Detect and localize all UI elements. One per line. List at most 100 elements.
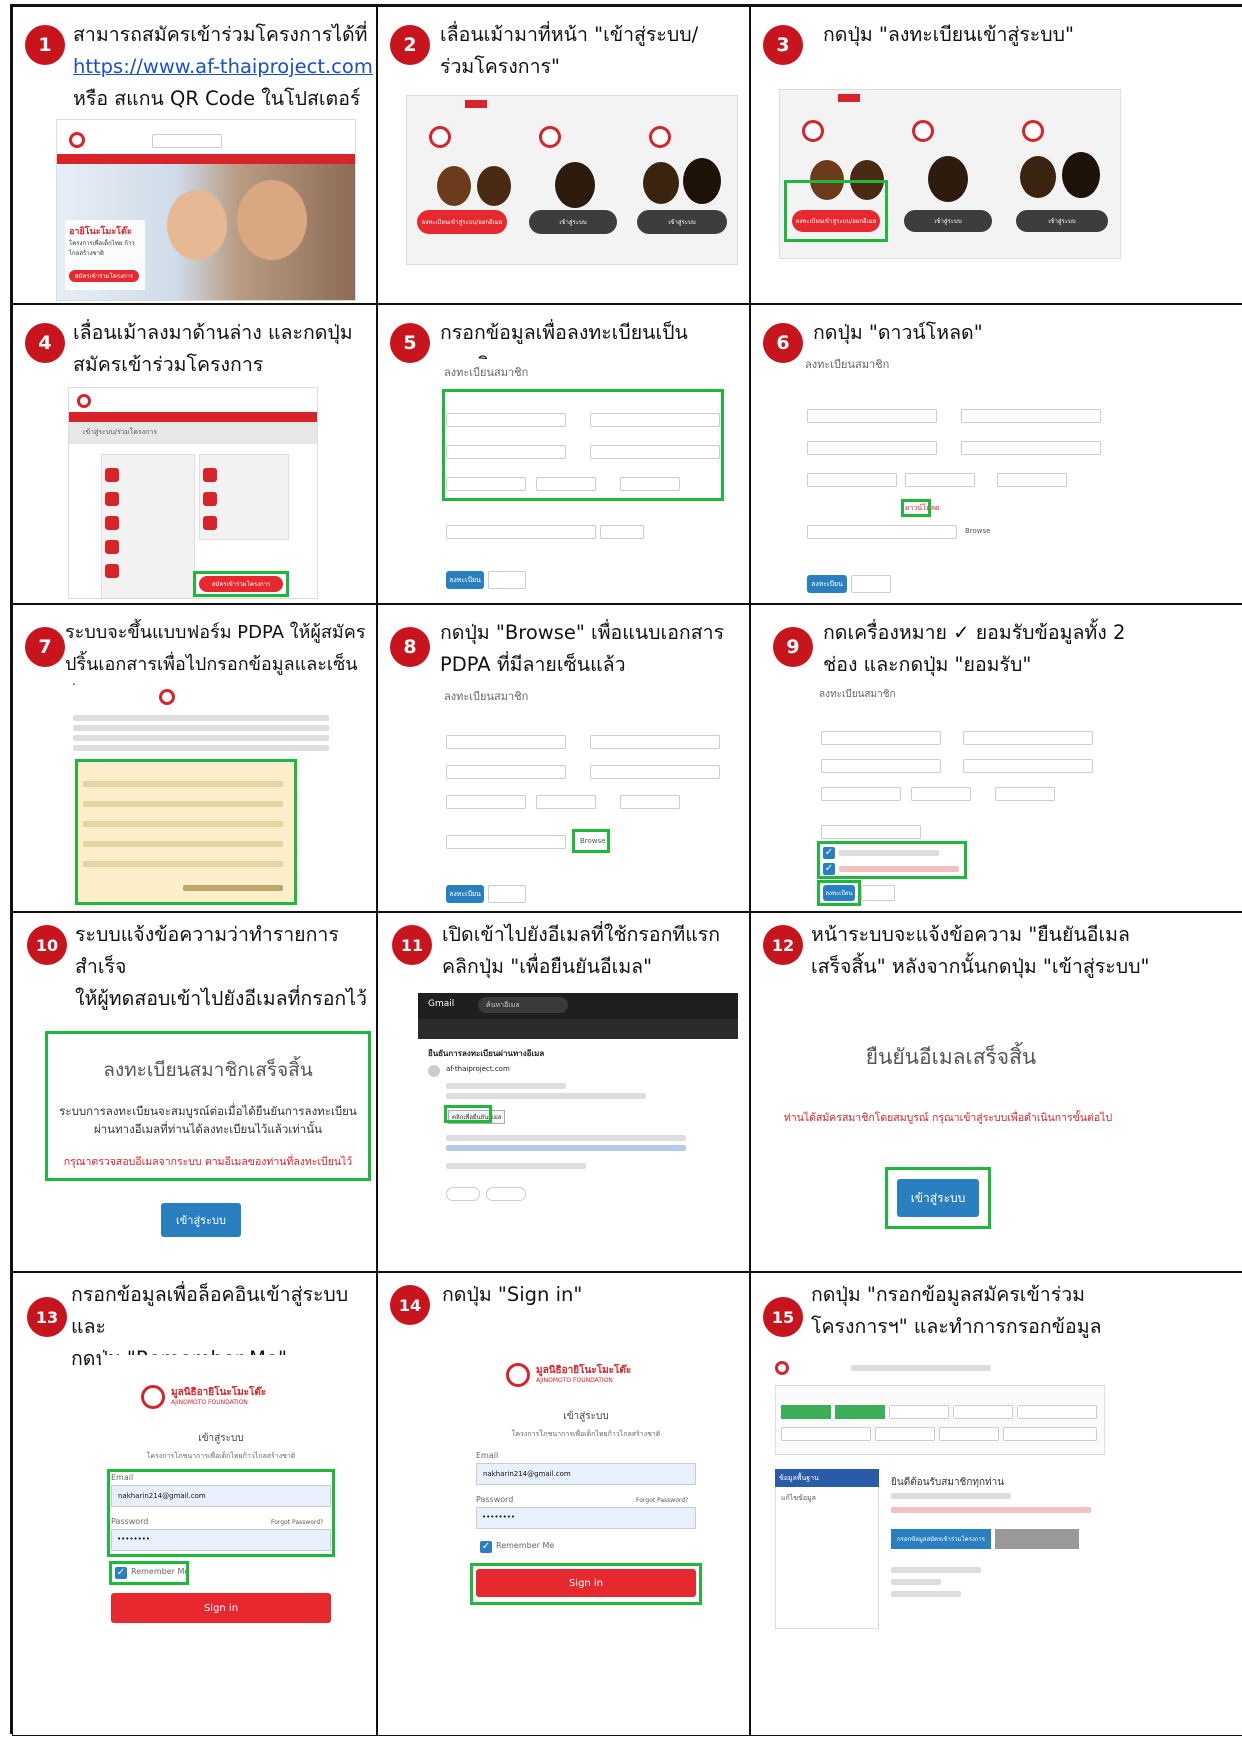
step-tab-done[interactable] — [835, 1405, 885, 1419]
login-button[interactable]: เข้าสู่ระบบ — [529, 210, 617, 234]
step-tab-done[interactable] — [781, 1405, 831, 1419]
login-button[interactable]: เข้าสู่ระบบ — [637, 210, 727, 234]
province-select — [905, 473, 975, 487]
browse-button[interactable] — [600, 525, 644, 539]
step-number: 4 — [25, 323, 65, 363]
success-body-line: ระบบการลงทะเบียนจะสมบูรณ์ต่อเมื่อได้ยืนย… — [59, 1104, 357, 1118]
submit-button[interactable]: ลงทะเบียน — [446, 571, 484, 589]
step-cell-1: 1 สามารถสมัครเข้าร่วมโครงการได้ที่ https… — [12, 6, 377, 304]
sign-in-button[interactable]: Sign in — [111, 1593, 331, 1623]
forward-button[interactable] — [486, 1187, 526, 1201]
child-face — [167, 190, 227, 260]
caption-line: กดเครื่องหมาย ✓ ยอมรับข้อมูลทั้ง 2 — [823, 621, 1126, 644]
header-title — [851, 1365, 991, 1371]
sidebar-item[interactable]: แก้ไขข้อมูล — [781, 1493, 816, 1504]
highlight-box — [817, 880, 861, 906]
gmail-app-name: Gmail — [428, 999, 455, 1009]
reset-button[interactable] — [488, 885, 526, 903]
gmail-search[interactable]: ค้นหาอีเมล — [478, 997, 568, 1013]
password-input[interactable]: •••••••• — [476, 1507, 696, 1529]
step-caption: กดปุ่ม "Sign in" — [442, 1279, 742, 1311]
phone-input — [963, 759, 1093, 773]
hero-title: อายิโนะโมะโต๊ะ — [69, 227, 132, 237]
child-illustration — [477, 166, 511, 206]
step-tab[interactable] — [1017, 1405, 1097, 1419]
step-tab[interactable] — [875, 1427, 935, 1441]
login-heading: เข้าสู่ระบบ — [563, 1411, 609, 1422]
step-cell-11: 11 เปิดเข้าไปยังอีเมลที่ใช้กรอกทีแรก คลิ… — [377, 912, 750, 1272]
form-title: ลงทะเบียนสมาชิก — [819, 689, 896, 700]
browse-button[interactable]: Browse — [965, 527, 991, 535]
list-icon — [203, 492, 217, 506]
step-tab[interactable] — [1003, 1427, 1097, 1441]
email-input[interactable]: nakharin214@gmail.com — [476, 1463, 696, 1485]
nav-bar — [69, 412, 317, 422]
submit-button[interactable]: ลงทะเบียน — [446, 885, 484, 903]
forgot-password-link[interactable]: Forgot Password? — [636, 1497, 688, 1504]
brand-name-en: AJINOMOTO FOUNDATION — [536, 1377, 613, 1384]
step-caption: กดปุ่ม "Browse" เพื่อแนบเอกสาร PDPA ที่ม… — [440, 617, 745, 681]
caption-line: คลิกปุ่ม "เพื่อยืนยันอีเมล" — [442, 955, 653, 978]
remember-me-checkbox[interactable]: ✓ — [480, 1541, 492, 1553]
sidebar-active-item[interactable]: ข้อมูลพื้นฐาน — [775, 1469, 879, 1487]
caption-line: ช่อง และกดปุ่ม "ยอมรับ" — [823, 653, 1032, 676]
reset-button[interactable] — [851, 575, 891, 593]
nav-bar — [57, 154, 355, 164]
step-caption: เลื่อนเม้าลงมาด้านล่าง และกดปุ่ม สมัครเข… — [73, 317, 373, 381]
info-text — [891, 1567, 981, 1573]
foundation-logo-icon — [141, 1385, 165, 1409]
login-button[interactable]: เข้าสู่ระบบ — [904, 210, 992, 232]
step-number: 14 — [390, 1285, 430, 1325]
step-tab[interactable] — [889, 1405, 949, 1419]
nav-active-tab — [838, 94, 860, 102]
register-button[interactable]: ลงทะเบียนเข้าสู่ระบบ/ออกอีเมล — [417, 210, 507, 234]
screenshot-homepage: อายิโนะโมะโต๊ะ โครงการเพื่อเด็กไทย ก้าวไ… — [56, 119, 356, 301]
step-cell-14: 14 กดปุ่ม "Sign in" มูลนิธิอายิโนะโมะโต๊… — [377, 1272, 750, 1736]
phone-input — [961, 441, 1101, 455]
pdpa-file — [821, 825, 921, 839]
pdpa-file — [446, 525, 596, 539]
email-subject: ยืนยันการลงทะเบียนผ่านทางอีเมล — [428, 1049, 545, 1058]
email-text — [446, 1163, 586, 1169]
step-number: 6 — [763, 323, 803, 363]
reply-button[interactable] — [446, 1187, 480, 1201]
caption-line: กดปุ่ม "ดาวน์โหลด" — [813, 321, 983, 344]
caption-line: สมัครเข้าร่วมโครงการ — [73, 353, 264, 376]
step-number: 11 — [392, 925, 432, 965]
foundation-logo-icon — [775, 1361, 789, 1375]
caption-line: กดปุ่ม "ลงทะเบียนเข้าสู่ระบบ" — [823, 23, 1074, 46]
grade-select — [997, 473, 1067, 487]
step-tab[interactable] — [953, 1405, 1013, 1419]
list-icon — [105, 540, 119, 554]
reset-button[interactable] — [488, 571, 526, 589]
screenshot-register-form: ลงทะเบียนสมาชิก ลงทะเบียน — [440, 359, 740, 597]
welcome-text: ยินดีต้อนรับสมาชิกทุกท่าน — [891, 1477, 1005, 1488]
reset-button[interactable] — [861, 885, 895, 901]
logo-icon — [69, 132, 85, 148]
step-caption: สามารถสมัครเข้าร่วมโครงการได้ที่ https:/… — [73, 19, 373, 115]
info-text — [891, 1493, 1011, 1499]
step-caption: เปิดเข้าไปยังอีเมลที่ใช้กรอกทีแรก คลิกปุ… — [442, 919, 742, 983]
hero-join-button[interactable]: สมัครเข้าร่วมโครงการ — [69, 270, 139, 282]
foundation-logo-icon — [159, 689, 175, 705]
pdpa-text — [73, 715, 329, 721]
teacher-illustration — [555, 162, 595, 208]
secondary-button[interactable] — [995, 1529, 1079, 1549]
step-caption: ระบบแจ้งข้อความว่าทำรายการสำเร็จ ให้ผู้ท… — [75, 919, 375, 1015]
step-number: 9 — [773, 627, 813, 667]
step-cell-9: 9 กดเครื่องหมาย ✓ ยอมรับข้อมูลทั้ง 2 ช่อ… — [750, 604, 1242, 912]
email-input — [807, 441, 937, 455]
caption-line: กรอกข้อมูลเพื่อล็อคอินเข้าสู่ระบบ และ — [71, 1283, 349, 1338]
caption-line: โครงการฯ" และทำการกรอกข้อมูล — [811, 1315, 1102, 1338]
step-tab[interactable] — [939, 1427, 999, 1441]
submit-button[interactable]: ลงทะเบียน — [807, 575, 847, 593]
step-cell-6: 6 กดปุ่ม "ดาวน์โหลด" ลงทะเบียนสมาชิก ดาว… — [750, 304, 1242, 604]
project-link[interactable]: https://www.af-thaiproject.com — [73, 55, 373, 78]
login-button[interactable]: เข้าสู่ระบบ — [161, 1203, 241, 1237]
list-icon — [105, 516, 119, 530]
fill-application-button[interactable]: กรอกข้อมูลสมัครเข้าร่วมโครงการ — [891, 1529, 991, 1549]
login-button[interactable]: เข้าสู่ระบบ — [1016, 210, 1108, 232]
email-text — [446, 1083, 566, 1089]
step-tab[interactable] — [781, 1427, 871, 1441]
step-number: 2 — [390, 25, 430, 65]
